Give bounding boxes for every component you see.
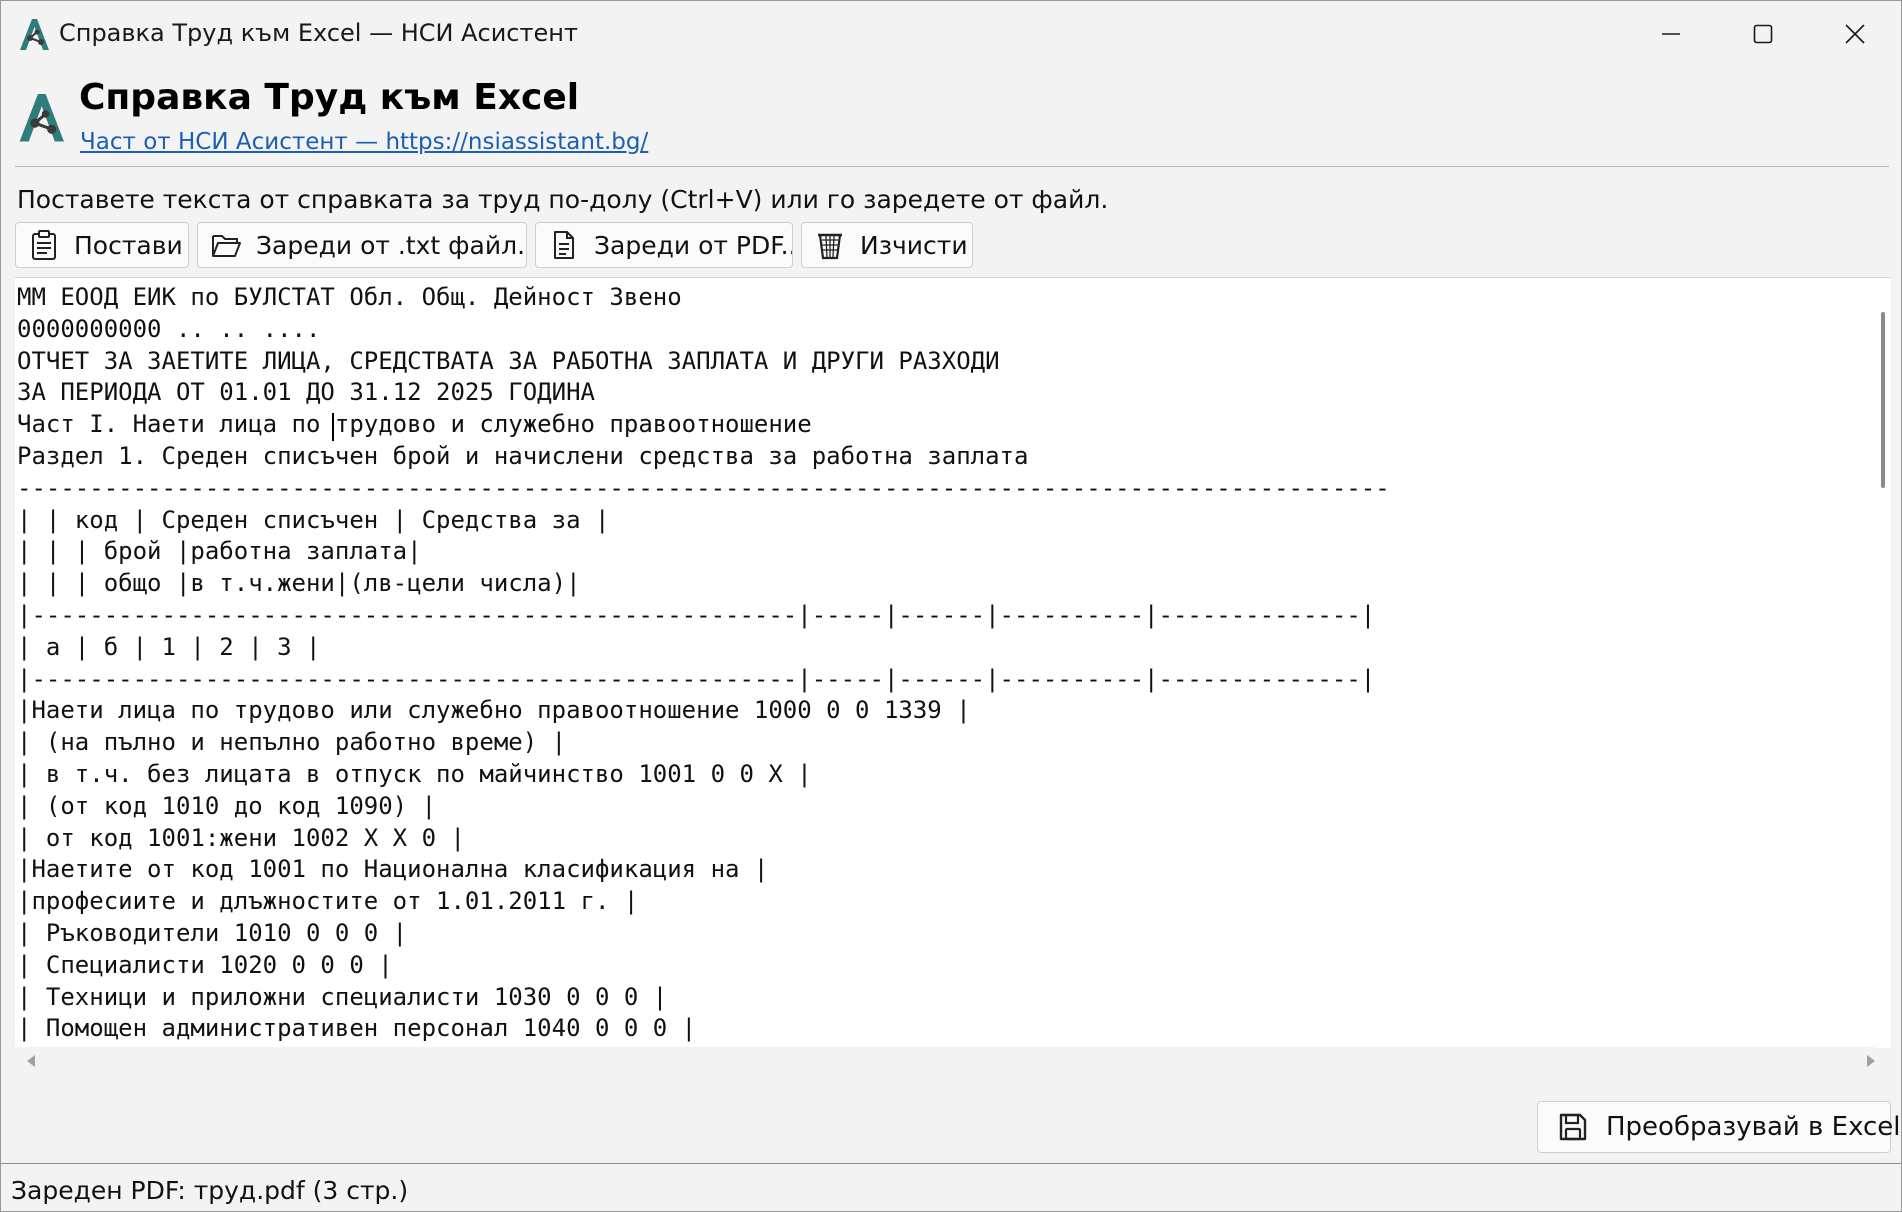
folder-open-icon [210,229,242,261]
text-line: |Наети лица по трудово или служебно прав… [17,696,971,725]
horizontal-scrollbar[interactable] [15,1047,1875,1075]
vertical-scrollbar-thumb[interactable] [1881,312,1885,488]
maximize-icon [1753,24,1773,44]
save-disk-icon [1558,1110,1588,1144]
vertical-scrollbar[interactable] [1875,278,1891,1048]
clear-button-label: Изчисти [860,230,968,260]
text-line: 0000000000 .. .. .... [17,314,321,343]
close-icon [1845,24,1865,44]
nsi-assistant-link[interactable]: Част от НСИ Асистент — https://nsiassist… [80,129,648,155]
minimize-icon [1662,33,1680,35]
text-line: |професиите и длъжностите от 1.01.2011 г… [17,887,639,916]
report-text-content[interactable]: ММ ЕООД ЕИК по БУЛСТАТ Обл. Общ. Дейност… [17,282,1853,1046]
instruction-text: Поставете текста от справката за труд по… [17,185,1109,214]
clear-button[interactable]: Изчисти [801,222,973,268]
load-pdf-button[interactable]: Зареди от PDF... [535,222,793,268]
report-text-area[interactable]: ММ ЕООД ЕИК по БУЛСТАТ Обл. Общ. Дейност… [15,277,1891,1048]
document-icon [548,229,580,261]
maximize-button[interactable] [1717,1,1809,67]
clipboard-icon [28,229,60,261]
text-line: |---------------------------------------… [17,664,1376,693]
status-text: Зареден PDF: труд.pdf (3 стр.) [11,1176,409,1205]
text-line: | (на пълно и непълно работно време) | [17,728,567,757]
load-pdf-button-label: Зареди от PDF... [594,230,793,260]
minimize-button[interactable] [1625,1,1717,67]
text-line: | Помощен административен персонал 1040 … [17,1014,697,1043]
text-line: |---------------------------------------… [17,600,1376,629]
window-title: Справка Труд към Excel — НСИ Асистент [59,19,578,47]
load-txt-button[interactable]: Зареди от .txt файл... [197,222,527,268]
status-bar: Зареден PDF: труд.pdf (3 стр.) [1,1163,1901,1211]
text-line: | Техници и приложни специалисти 1030 0 … [17,982,668,1011]
text-line: | | код | Среден списъчен | Средства за … [17,505,610,534]
paste-button-label: Постави [74,230,183,260]
text-caret [332,413,334,441]
app-logo-icon [15,89,67,145]
app-name-heading: Справка Труд към Excel [79,77,580,118]
text-line: ЗА ПЕРИОДА ОТ 01.01 ДО 31.12 2025 ГОДИНА [17,378,595,407]
text-line: ОТЧЕТ ЗА ЗАЕТИТЕ ЛИЦА, СРЕДСТВАТА ЗА РАБ… [17,346,1000,375]
convert-to-excel-button[interactable]: Преобразувай в Excel [1537,1101,1901,1153]
text-line: | | | общо |в т.ч.жени|(лв-цели числа)| [17,569,581,598]
scroll-left-arrow-icon[interactable] [27,1055,35,1067]
close-button[interactable] [1809,1,1901,67]
app-logo-icon [17,16,51,52]
text-line: ММ ЕООД ЕИК по БУЛСТАТ Обл. Общ. Дейност… [17,283,682,311]
paste-button[interactable]: Постави [15,222,189,268]
text-line: | Специалисти 1020 0 0 0 | [17,950,393,979]
title-bar[interactable]: Справка Труд към Excel — НСИ Асистент [1,1,1901,67]
text-line: | Ръководители 1010 0 0 0 | [17,918,408,947]
text-line: | от код 1001:жени 1002 X X 0 | [17,823,465,852]
convert-button-label: Преобразувай в Excel [1606,1112,1901,1142]
text-line: | в т.ч. без лицата в отпуск по майчинст… [17,759,812,788]
text-line: ----------------------------------------… [17,473,1390,502]
app-header: Справка Труд към Excel Част от НСИ Асист… [1,67,1901,167]
header-divider [15,166,1889,167]
text-line: Раздел 1. Среден списъчен брой и начисле… [17,441,1029,470]
text-line: | | | брой |работна заплата| [17,537,422,566]
load-txt-button-label: Зареди от .txt файл... [256,230,527,260]
scroll-right-arrow-icon[interactable] [1867,1055,1875,1067]
trash-icon [814,229,846,261]
app-window: Справка Труд към Excel — НСИ Асистент Сп… [0,0,1902,1212]
text-line: | а | б | 1 | 2 | 3 | [17,632,321,661]
text-line: |Наетите от код 1001 по Национална класи… [17,855,769,884]
text-line: | (от код 1010 до код 1090) | [17,791,437,820]
text-line: Част I. Наети лица по трудово и служебно… [17,410,812,439]
